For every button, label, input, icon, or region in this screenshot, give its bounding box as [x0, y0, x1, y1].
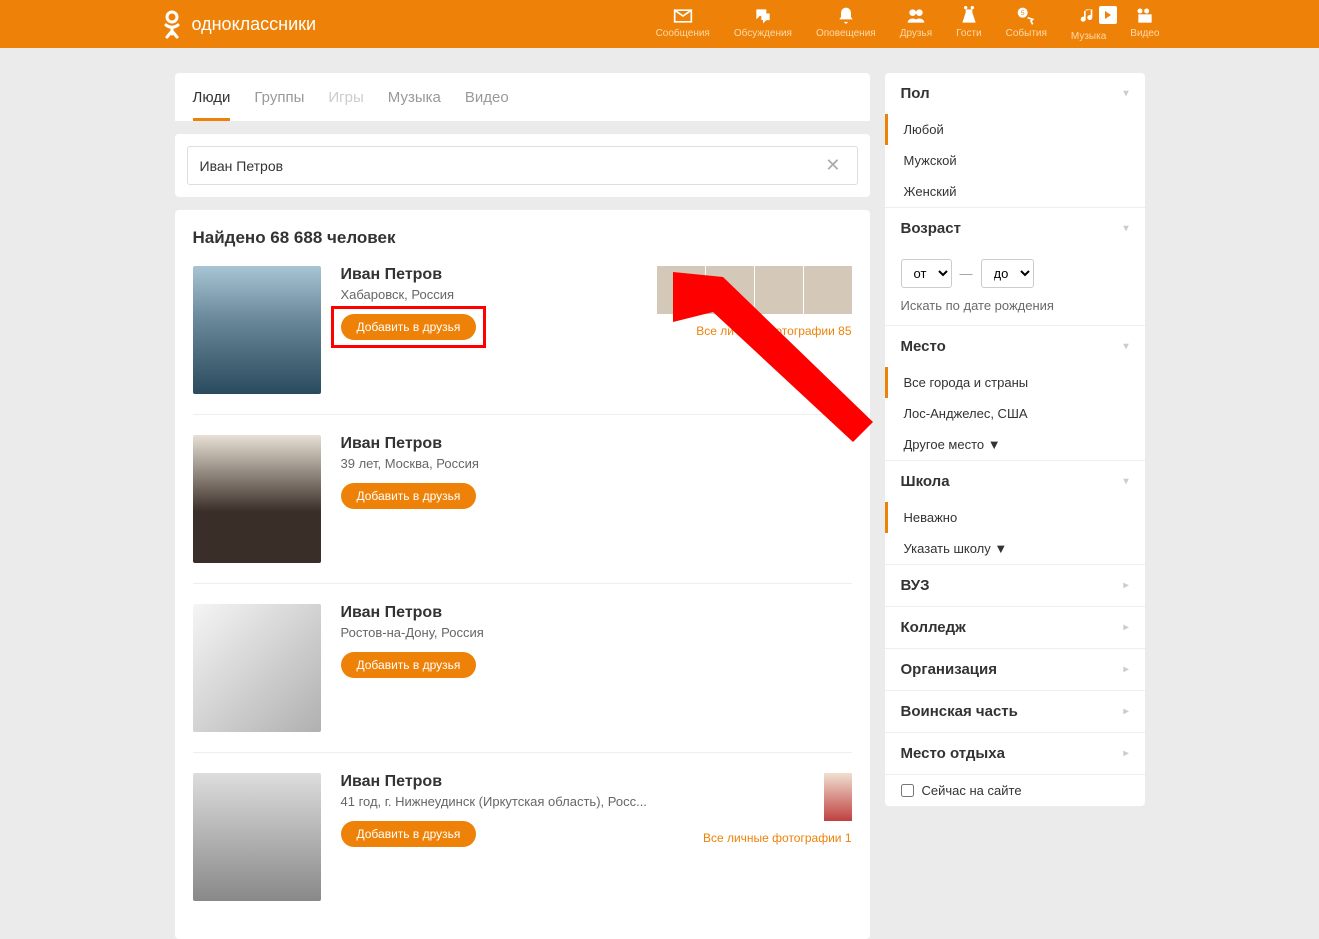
chevron-right-icon: ▸ [1123, 664, 1128, 675]
chevron-right-icon: ▸ [1123, 706, 1128, 717]
ok-logo-icon [160, 9, 184, 39]
photo-thumb[interactable] [755, 266, 803, 314]
filter-age: Возраст ▾ от — до Искать по дате рождени… [885, 208, 1145, 326]
filter-option[interactable]: Указать школу ▼ [885, 533, 1145, 564]
add-friend-button[interactable]: Добавить в друзья [341, 483, 477, 509]
add-friend-button[interactable]: Добавить в друзья [341, 821, 477, 847]
filter-Место отдыха: Место отдыха▸ [885, 733, 1145, 775]
tab-Группы[interactable]: Группы [254, 83, 304, 121]
user-avatar[interactable] [193, 435, 321, 563]
search-input[interactable] [200, 158, 822, 174]
user-avatar[interactable] [193, 266, 321, 394]
result-card: Иван Петров Ростов-на-Дону, Россия Добавит… [193, 604, 852, 753]
add-friend-button[interactable]: Добавить в друзья [341, 652, 477, 678]
svg-text:5: 5 [1021, 10, 1025, 17]
filter-collapsed-header[interactable]: Организация▸ [885, 649, 1145, 690]
user-name[interactable]: Иван Петров [341, 266, 637, 284]
nav-events[interactable]: 5События [1006, 6, 1047, 42]
header-nav: Сообщения Обсуждения Оповещения Друзья Гости… [656, 6, 1160, 42]
filter-option[interactable]: Женский [885, 176, 1145, 207]
user-meta: 41 год, г. Нижнеудинск (Иркутская област… [341, 794, 683, 809]
chevron-down-icon: ▾ [1123, 341, 1128, 352]
nav-video[interactable]: Видео [1130, 6, 1159, 42]
filter-option[interactable]: Мужской [885, 145, 1145, 176]
tab-Люди[interactable]: Люди [193, 83, 231, 121]
filter-place-header[interactable]: Место ▾ [885, 326, 1145, 367]
filter-age-header[interactable]: Возраст ▾ [885, 208, 1145, 249]
filter-place: Место ▾ Все города и страныЛос-Анджелес,… [885, 326, 1145, 461]
filter-collapsed-header[interactable]: Место отдыха▸ [885, 733, 1145, 774]
user-avatar[interactable] [193, 604, 321, 732]
filter-Колледж: Колледж▸ [885, 607, 1145, 649]
nav-guests[interactable]: Гости [956, 6, 981, 42]
nav-friends[interactable]: Друзья [900, 6, 932, 42]
user-meta: 39 лет, Москва, Россия [341, 456, 852, 471]
filter-option[interactable]: Лос-Анджелес, США [885, 398, 1145, 429]
nav-music[interactable]: Музыка [1071, 6, 1106, 42]
tab-Видео[interactable]: Видео [465, 83, 509, 121]
photo-thumb[interactable] [706, 266, 754, 314]
result-card: Иван Петров 41 год, г. Нижнеудинск (Иркут… [193, 773, 852, 921]
nav-chat[interactable]: Обсуждения [734, 6, 792, 42]
chevron-right-icon: ▸ [1123, 580, 1128, 591]
online-now-checkbox[interactable] [901, 784, 914, 797]
chevron-right-icon: ▸ [1123, 748, 1128, 759]
filter-gender: Пол ▾ ЛюбойМужскойЖенский [885, 73, 1145, 208]
chevron-down-icon: ▾ [1123, 88, 1128, 99]
photo-thumb[interactable] [657, 266, 705, 314]
search-box: ✕ [187, 146, 858, 185]
age-to-select[interactable]: до [981, 259, 1034, 288]
tab-Музыка[interactable]: Музыка [388, 83, 441, 121]
site-logo[interactable]: одноклассники [160, 9, 317, 39]
main-column: Люди Группы Игры Музыка Видео ✕ Найдено 68 6… [175, 73, 870, 939]
filter-ВУЗ: ВУЗ▸ [885, 565, 1145, 607]
tab-Игры: Игры [328, 83, 363, 121]
filter-collapsed-header[interactable]: ВУЗ▸ [885, 565, 1145, 606]
user-name[interactable]: Иван Петров [341, 604, 852, 622]
filter-option[interactable]: Любой [885, 114, 1145, 145]
filter-collapsed-header[interactable]: Колледж▸ [885, 607, 1145, 648]
photo-thumb[interactable] [804, 266, 852, 314]
all-photos-link[interactable]: Все личные фотографии 1 [703, 831, 852, 845]
filter-gender-header[interactable]: Пол ▾ [885, 73, 1145, 114]
result-card: Иван Петров Хабаровск, Россия Добавить в д… [193, 266, 852, 415]
filter-collapsed-header[interactable]: Воинская часть▸ [885, 691, 1145, 732]
add-friend-button[interactable]: Добавить в друзья [341, 314, 477, 340]
age-from-select[interactable]: от [901, 259, 952, 288]
filter-option[interactable]: Все города и страны [885, 367, 1145, 398]
user-meta: Хабаровск, Россия [341, 287, 637, 302]
filter-option[interactable]: Другое место ▼ [885, 429, 1145, 460]
photo-thumb[interactable] [824, 773, 852, 821]
search-panel: ✕ [175, 134, 870, 197]
user-meta: Ростов-на-Дону, Россия [341, 625, 852, 640]
results-panel: Найдено 68 688 человек Иван Петров Хабаро… [175, 210, 870, 939]
chevron-right-icon: ▸ [1123, 622, 1128, 633]
chevron-down-icon: ▾ [1123, 476, 1128, 487]
filter-Воинская часть: Воинская часть▸ [885, 691, 1145, 733]
search-tabs: Люди Группы Игры Музыка Видео [175, 73, 870, 121]
clear-icon[interactable]: ✕ [821, 155, 844, 176]
filter-option[interactable]: Неважно [885, 502, 1145, 533]
user-name[interactable]: Иван Петров [341, 435, 852, 453]
nav-mail[interactable]: Сообщения [656, 6, 710, 42]
filters-sidebar: Пол ▾ ЛюбойМужскойЖенский Возраст ▾ от —… [885, 73, 1145, 939]
nav-bell[interactable]: Оповещения [816, 6, 876, 42]
chevron-down-icon: ▾ [1123, 223, 1128, 234]
filter-Организация: Организация▸ [885, 649, 1145, 691]
photo-thumbnails [657, 266, 852, 314]
result-card: Иван Петров 39 лет, Москва, Россия Добавит… [193, 435, 852, 584]
filter-school-header[interactable]: Школа ▾ [885, 461, 1145, 502]
user-avatar[interactable] [193, 773, 321, 901]
brand-name: одноклассники [192, 14, 317, 35]
site-header: одноклассники Сообщения Обсуждения Оповеще… [0, 0, 1319, 48]
all-photos-link[interactable]: Все личные фотографии 85 [696, 324, 851, 338]
filter-school: Школа ▾ НеважноУказать школу ▼ [885, 461, 1145, 565]
online-now-checkbox-row: Сейчас на сайте [885, 775, 1145, 806]
user-name[interactable]: Иван Петров [341, 773, 683, 791]
birthday-search-link[interactable]: Искать по дате рождения [885, 298, 1145, 325]
results-count: Найдено 68 688 человек [193, 228, 852, 248]
